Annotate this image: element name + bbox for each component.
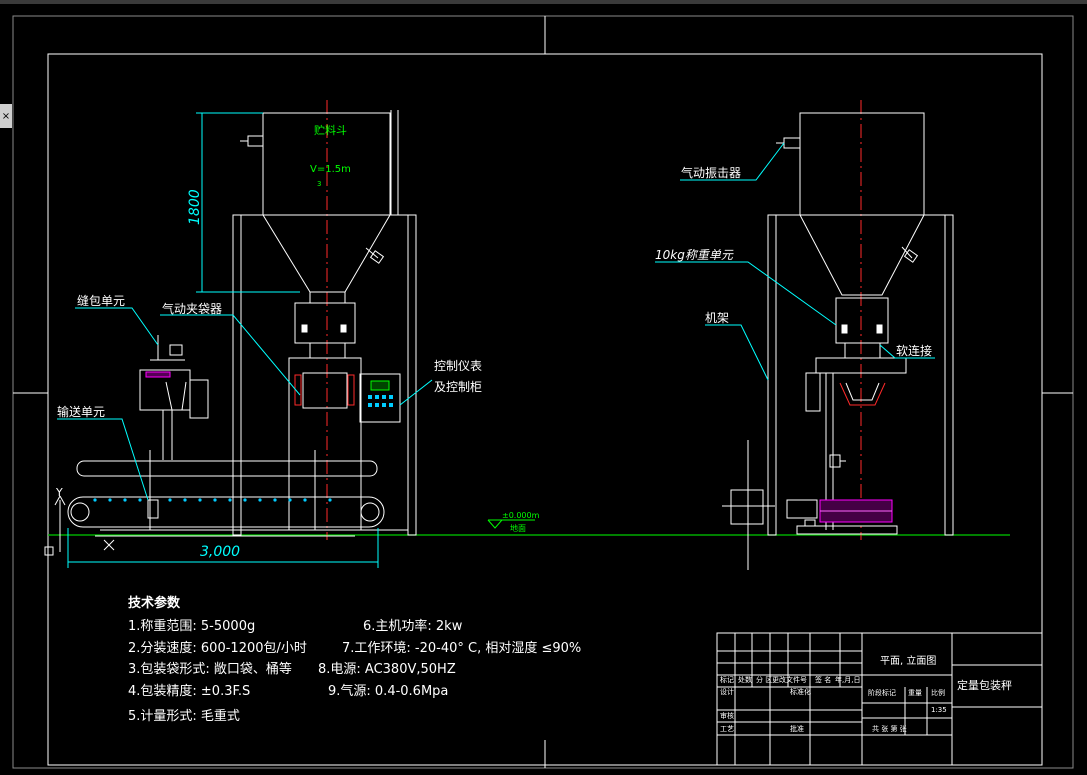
callout-pneumatic-clamp: 气动夹袋器	[162, 301, 222, 316]
tb-scale-value: 1:35	[931, 706, 947, 714]
width-dimension-text: 3,000	[200, 544, 240, 560]
conveyor-unit	[67, 450, 385, 537]
tb-design: 设计	[720, 687, 734, 696]
conveyor-rollers	[93, 498, 332, 502]
spec-right-6: 6.主机功率: 2kw	[363, 618, 463, 634]
spec-left-3: 3.包装袋形式: 敞口袋、桶等	[128, 661, 292, 677]
tb-weight: 重量	[908, 689, 922, 697]
spec-left-4: 4.包装精度: ±0.3F.S	[128, 683, 250, 699]
side-conveyor	[730, 489, 898, 535]
tb-approve: 批准	[790, 724, 804, 733]
front-view: 贮料斗 V=1.5m 3 1800 3,000 Y ±0.000m 地面 缝包单…	[44, 100, 540, 568]
spec-left-5: 5.计量形式: 毛重式	[128, 708, 240, 724]
spec-right-8: 8.电源: AC380V,50HZ	[318, 662, 456, 677]
hopper-volume: V=1.5m	[310, 164, 351, 175]
tb-view-name: 平面, 立面图	[880, 654, 936, 667]
tb-stage: 阶段标记	[868, 688, 896, 697]
specs-title: 技术参数	[128, 595, 181, 611]
tb-h-sign: 签 名	[815, 675, 831, 684]
tb-h-date: 年,月,日	[835, 675, 860, 684]
tb-review: 审核	[720, 711, 734, 720]
axis-y-label: Y	[55, 486, 63, 499]
weighing-unit-side	[805, 297, 907, 530]
callout-control-line1: 控制仪表	[434, 359, 482, 373]
hopper-label: 贮料斗	[314, 123, 347, 137]
sewing-unit	[139, 335, 209, 460]
tb-h-zone: 分 区	[756, 675, 772, 684]
level-mark-text: ±0.000m	[502, 511, 540, 520]
window-top-strip	[0, 0, 1087, 4]
control-cabinet	[359, 373, 401, 423]
callout-pneumatic-vibrator: 气动振击器	[681, 165, 741, 180]
ucs-axis-icon	[44, 495, 115, 556]
tb-sheets: 共 张 第 张	[872, 724, 907, 733]
pneumatic-vibrator-side	[776, 137, 801, 149]
spec-right-7: 7.工作环境: -20-40° C, 相对湿度 ≤90%	[342, 640, 581, 656]
spec-left-2: 2.分装速度: 600-1200包/小时	[128, 640, 307, 656]
height-dimension-text: 1800	[187, 189, 203, 225]
pneumatic-vibrator-front	[240, 135, 264, 147]
side-hopper	[799, 112, 925, 296]
tb-h-doc: 更改文件号	[772, 675, 807, 684]
close-icon[interactable]: ×	[2, 111, 10, 122]
side-cone-vibrator	[901, 246, 919, 263]
callout-weighing-unit: 10kg称重单元	[655, 248, 734, 262]
technical-specs: 技术参数 1.称重范围: 5-5000g 2.分装速度: 600-1200包/小…	[128, 595, 581, 724]
callout-conveyor-unit: 输送单元	[57, 404, 105, 419]
weighing-unit-front	[288, 302, 362, 531]
title-block-text: 标记 处数 分 区 更改文件号 签 名 年,月,日 设计 标准化 审核 工艺 批…	[720, 675, 947, 733]
tb-product-name: 定量包装秤	[957, 678, 1012, 692]
hopper-volume-exp: 3	[317, 180, 321, 188]
callout-frame: 机架	[705, 311, 729, 325]
spec-left-1: 1.称重范围: 5-5000g	[128, 618, 255, 634]
callout-soft-connection: 软连接	[896, 343, 932, 358]
cad-drawing-canvas[interactable]: × 贮料斗 V=1.5m 3 1800 3,000 Y ±0.000m 地面 缝…	[0, 0, 1087, 775]
callout-control-line2: 及控制柜	[434, 380, 482, 394]
tb-process: 工艺	[720, 725, 734, 733]
cone-vibrator	[365, 247, 385, 264]
spec-right-9: 9.气源: 0.4-0.6Mpa	[328, 683, 448, 699]
side-view: 气动振击器 10kg称重单元 机架 软连接	[655, 100, 954, 570]
title-block	[716, 632, 1043, 766]
tb-h-count: 处数	[738, 675, 752, 684]
tb-standard: 标准化	[790, 687, 811, 696]
tb-h-mark: 标记	[720, 675, 734, 684]
ground-label: 地面	[510, 523, 526, 533]
tb-scale-label: 比例	[931, 688, 945, 697]
callout-sewing-unit: 缝包单元	[77, 293, 125, 308]
